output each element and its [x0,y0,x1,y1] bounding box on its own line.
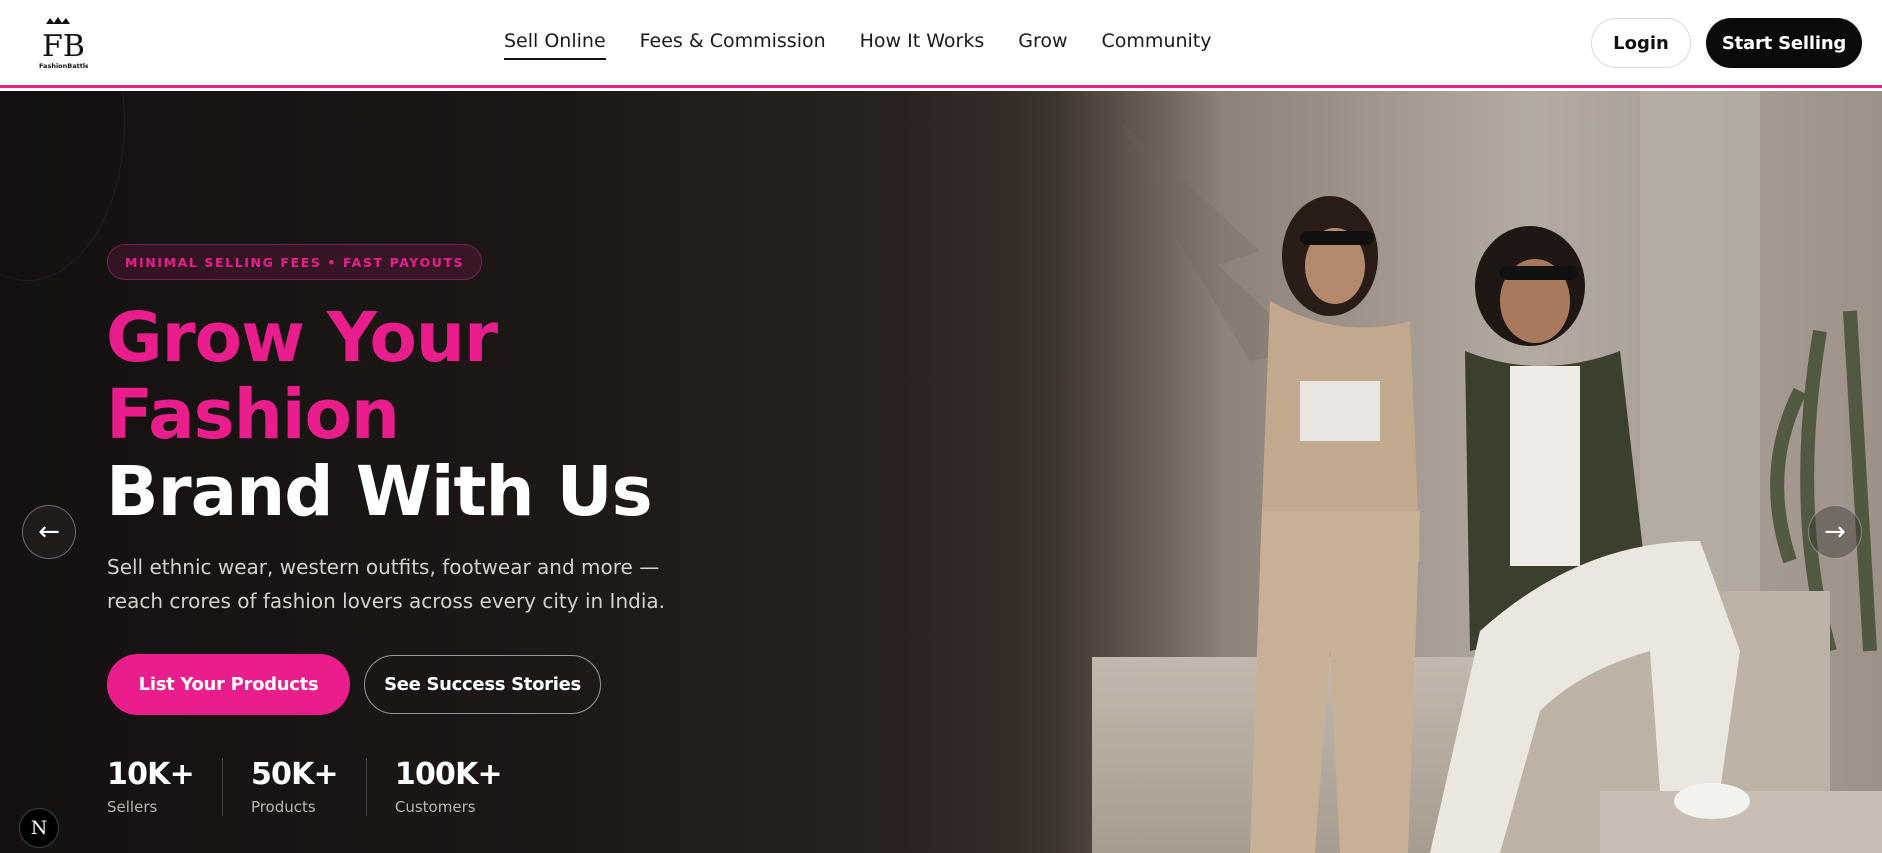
hero-section: MINIMAL SELLING FEES • FAST PAYOUTS Grow… [0,91,1882,853]
headline-line-1: Grow Your [106,298,498,378]
nav-fees-commission[interactable]: Fees & Commission [640,30,826,60]
carousel-next-arrow-icon[interactable]: → [1808,505,1862,559]
nav-community[interactable]: Community [1102,30,1212,60]
stat-value: 10K+ [107,757,195,792]
site-header: FB FashionBattle Sell Online Fees & Comm… [0,0,1882,88]
hero-headline: Grow Your Fashion Brand With Us [106,298,653,532]
stat-label: Products [250,798,316,816]
headline-line-2: Fashion [106,375,400,455]
promo-badge: MINIMAL SELLING FEES • FAST PAYOUTS [107,244,483,280]
carousel-prev-arrow-icon[interactable]: ← [22,505,76,559]
stat-value: 50K+ [250,757,339,792]
brand-logo[interactable]: FB FashionBattle [36,14,88,70]
stat-value: 100K+ [394,757,503,792]
nextjs-dev-badge-icon[interactable]: N [19,808,59,848]
stat-label: Customers [394,798,476,816]
stat-sellers: 10K+ Sellers [107,758,223,816]
login-button[interactable]: Login [1591,18,1691,68]
svg-text:FB: FB [42,29,85,64]
stats-row: 10K+ Sellers 50K+ Products 100K+ Custome… [107,758,558,816]
svg-text:FashionBattle: FashionBattle [39,62,88,70]
hero-image [1000,91,1882,853]
hero-subtext: Sell ethnic wear, western outfits, footw… [107,555,665,613]
main-nav: Sell Online Fees & Commission How It Wor… [504,30,1246,60]
decorative-circle [0,91,125,281]
nav-grow[interactable]: Grow [1018,30,1067,60]
stat-products: 50K+ Products [251,758,367,816]
nav-how-it-works[interactable]: How It Works [860,30,985,60]
headline-line-3: Brand With Us [106,452,653,532]
success-stories-button[interactable]: See Success Stories [364,655,601,714]
start-selling-button[interactable]: Start Selling [1706,18,1862,68]
stat-customers: 100K+ Customers [394,757,530,817]
stat-label: Sellers [107,798,158,816]
nav-sell-online[interactable]: Sell Online [504,30,606,60]
list-products-button[interactable]: List Your Products [107,654,350,715]
